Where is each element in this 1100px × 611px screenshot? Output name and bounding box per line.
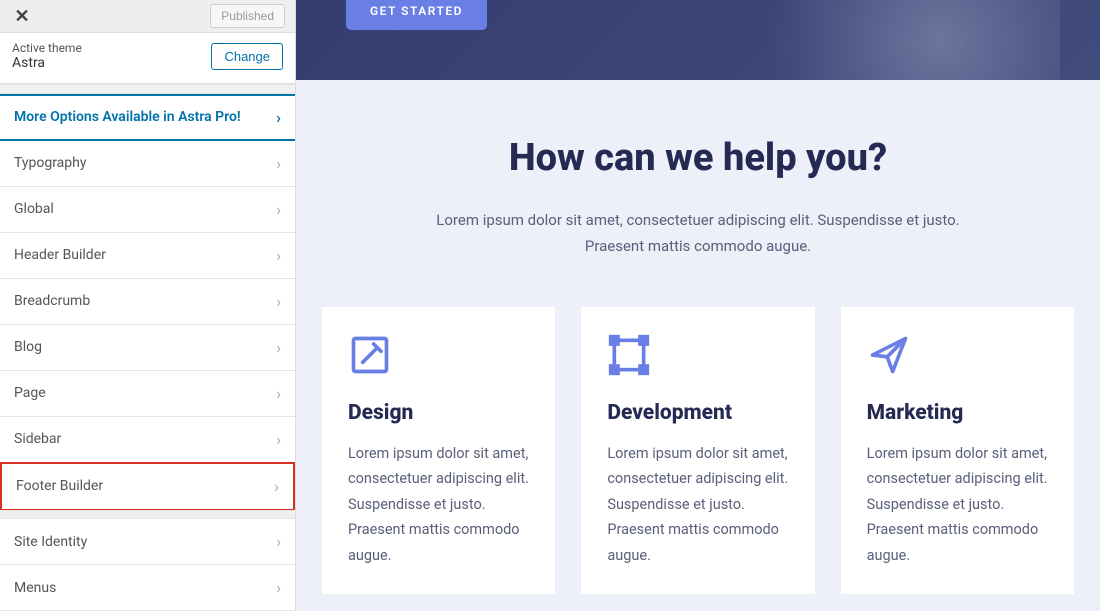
card-text: Lorem ipsum dolor sit amet, consectetuer… bbox=[867, 441, 1048, 568]
card-marketing: Marketing Lorem ipsum dolor sit amet, co… bbox=[841, 307, 1074, 594]
pencil-square-icon bbox=[348, 333, 529, 381]
section-divider bbox=[0, 510, 295, 519]
nav-label: Footer Builder bbox=[16, 478, 103, 494]
chevron-right-icon: › bbox=[276, 384, 281, 403]
hero-section: GET STARTED bbox=[296, 0, 1100, 80]
nav-label: Sidebar bbox=[14, 431, 61, 447]
nav-label: Global bbox=[14, 201, 54, 217]
card-development: Development Lorem ipsum dolor sit amet, … bbox=[581, 307, 814, 594]
nav-label: Menus bbox=[14, 580, 56, 596]
card-text: Lorem ipsum dolor sit amet, consectetuer… bbox=[607, 441, 788, 568]
section-divider bbox=[0, 84, 295, 94]
chevron-right-icon: › bbox=[276, 430, 281, 449]
chevron-right-icon: › bbox=[276, 246, 281, 265]
chevron-right-icon: › bbox=[276, 532, 281, 551]
chevron-right-icon: › bbox=[276, 292, 281, 311]
card-title: Development bbox=[607, 401, 788, 425]
sidebar-header: ✕ Published bbox=[0, 0, 295, 33]
chevron-right-icon: › bbox=[276, 200, 281, 219]
nav-global[interactable]: Global › bbox=[0, 187, 295, 233]
intro-section: How can we help you? Lorem ipsum dolor s… bbox=[296, 80, 1100, 289]
page-subtitle: Lorem ipsum dolor sit amet, consectetuer… bbox=[418, 208, 978, 259]
nav-site-identity[interactable]: Site Identity › bbox=[0, 519, 295, 565]
services-cards: Design Lorem ipsum dolor sit amet, conse… bbox=[296, 289, 1100, 594]
nav-label: Breadcrumb bbox=[14, 293, 90, 309]
card-title: Marketing bbox=[867, 401, 1048, 425]
nav-label: Site Identity bbox=[14, 534, 87, 550]
get-started-button[interactable]: GET STARTED bbox=[346, 0, 487, 30]
chevron-right-icon: › bbox=[276, 108, 281, 127]
active-theme-name: Astra bbox=[12, 55, 82, 71]
promo-label: More Options Available in Astra Pro! bbox=[14, 109, 241, 125]
card-design: Design Lorem ipsum dolor sit amet, conse… bbox=[322, 307, 555, 594]
preview-panel: GET STARTED How can we help you? Lorem i… bbox=[296, 0, 1100, 611]
astra-pro-promo[interactable]: More Options Available in Astra Pro! › bbox=[0, 94, 295, 141]
nav-breadcrumb[interactable]: Breadcrumb › bbox=[0, 279, 295, 325]
nav-footer-builder[interactable]: Footer Builder › bbox=[0, 462, 295, 511]
active-theme-row: Active theme Astra Change bbox=[0, 33, 295, 84]
hero-background-image bbox=[660, 0, 1060, 80]
card-text: Lorem ipsum dolor sit amet, consectetuer… bbox=[348, 441, 529, 568]
card-title: Design bbox=[348, 401, 529, 425]
nav-page[interactable]: Page › bbox=[0, 371, 295, 417]
bounding-box-icon bbox=[607, 333, 788, 381]
nav-label: Typography bbox=[14, 155, 86, 171]
chevron-right-icon: › bbox=[276, 578, 281, 597]
chevron-right-icon: › bbox=[274, 477, 279, 496]
paper-plane-icon bbox=[867, 333, 1048, 381]
active-theme-label: Active theme bbox=[12, 41, 82, 55]
chevron-right-icon: › bbox=[276, 154, 281, 173]
nav-blog[interactable]: Blog › bbox=[0, 325, 295, 371]
change-theme-button[interactable]: Change bbox=[211, 43, 283, 70]
nav-label: Header Builder bbox=[14, 247, 106, 263]
chevron-right-icon: › bbox=[276, 338, 281, 357]
theme-info: Active theme Astra bbox=[12, 41, 82, 71]
nav-header-builder[interactable]: Header Builder › bbox=[0, 233, 295, 279]
nav-sidebar[interactable]: Sidebar › bbox=[0, 417, 295, 463]
close-button[interactable]: ✕ bbox=[6, 0, 38, 32]
publish-button[interactable]: Published bbox=[210, 4, 285, 28]
page-title: How can we help you? bbox=[336, 136, 1060, 180]
nav-menus[interactable]: Menus › bbox=[0, 565, 295, 611]
nav-typography[interactable]: Typography › bbox=[0, 141, 295, 187]
nav-label: Page bbox=[14, 385, 46, 401]
customizer-sidebar: ✕ Published Active theme Astra Change Mo… bbox=[0, 0, 296, 611]
nav-label: Blog bbox=[14, 339, 42, 355]
close-icon: ✕ bbox=[14, 6, 29, 27]
